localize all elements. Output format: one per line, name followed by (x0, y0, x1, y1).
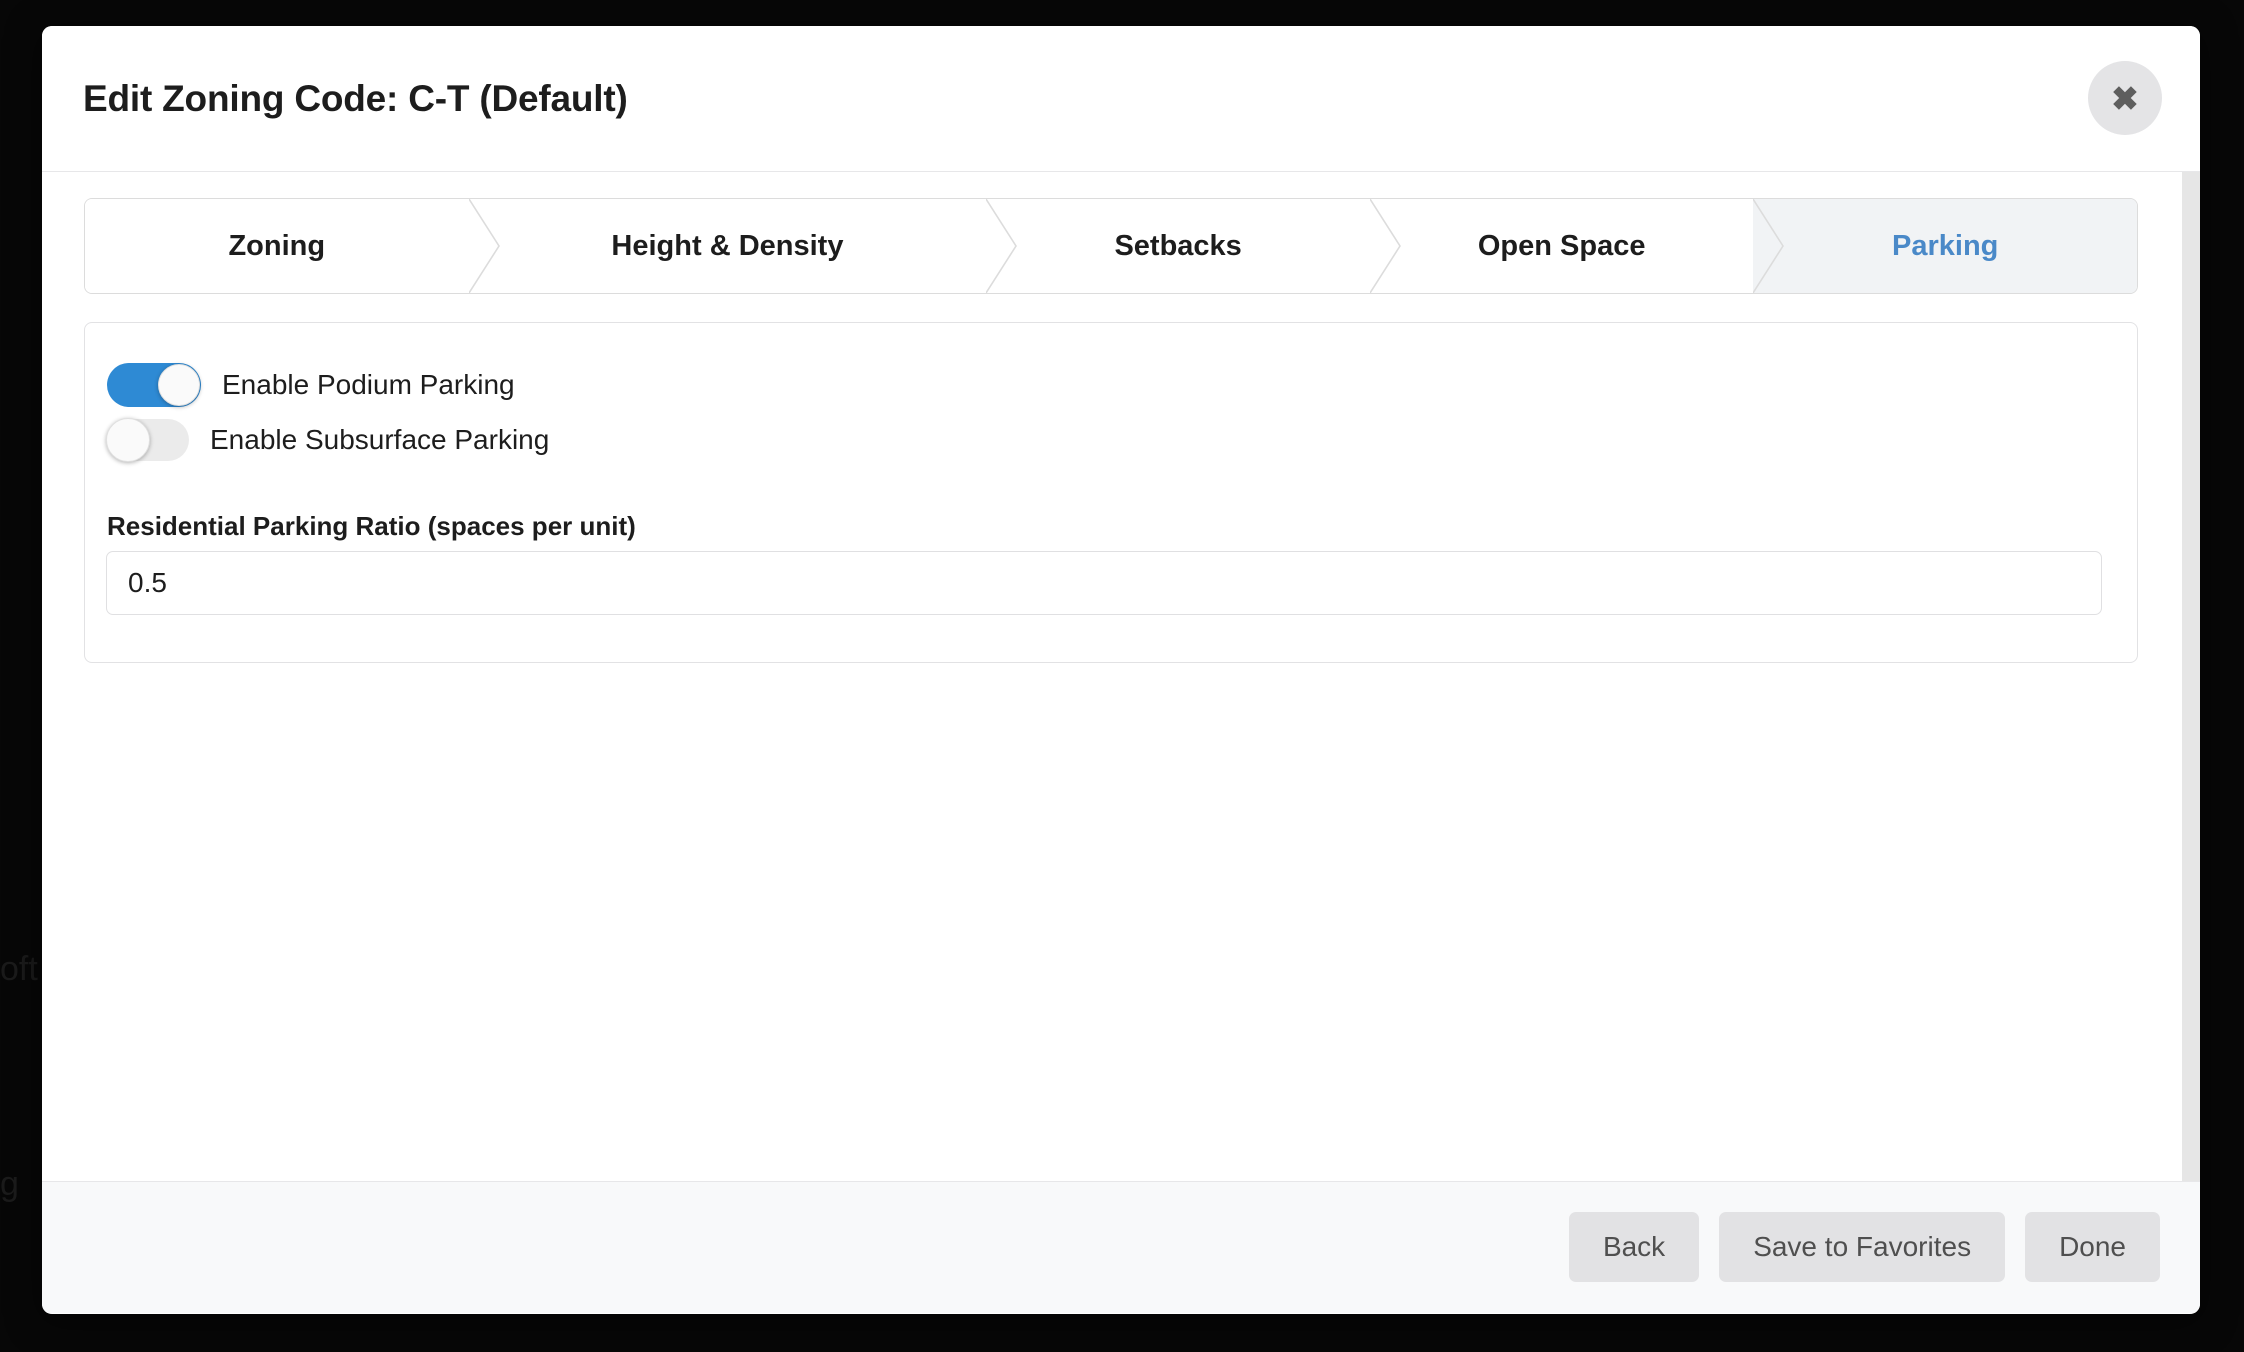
chevron-right-icon (1753, 199, 1785, 293)
parking-settings-card: Enable Podium Parking Enable Subsurface … (84, 322, 2138, 663)
modal-body: Zoning Height & Density Setbacks Open Sp… (42, 172, 2200, 1181)
modal-header: Edit Zoning Code: C-T (Default) ✖ (42, 26, 2200, 172)
chevron-right-icon (468, 199, 501, 293)
subsurface-parking-row: Enable Subsurface Parking (106, 418, 550, 462)
edit-zoning-code-modal: Edit Zoning Code: C-T (Default) ✖ Zoning… (42, 26, 2200, 1314)
toggle-enable-podium-parking[interactable] (107, 363, 201, 407)
backdrop-ghost-text: g (0, 1165, 19, 1203)
toggle-enable-subsurface-parking[interactable] (106, 418, 189, 462)
tab-open-space[interactable]: Open Space (1369, 199, 1754, 293)
tab-label: Zoning (228, 229, 326, 262)
save-to-favorites-button[interactable]: Save to Favorites (1719, 1212, 2006, 1282)
residential-parking-ratio-label: Residential Parking Ratio (spaces per un… (107, 511, 636, 541)
done-button[interactable]: Done (2025, 1212, 2160, 1282)
backdrop-ghost-text: oft (0, 950, 38, 988)
page-title: Edit Zoning Code: C-T (Default) (83, 78, 628, 119)
toggle-label: Enable Subsurface Parking (210, 424, 550, 455)
tab-label: Parking (1892, 229, 1999, 262)
scrollbar-thumb[interactable] (2183, 172, 2199, 1181)
toggle-knob (106, 418, 150, 462)
close-icon: ✖ (2111, 79, 2139, 117)
wizard-tabbar: Zoning Height & Density Setbacks Open Sp… (84, 198, 2138, 294)
tab-label: Height & Density (611, 229, 844, 262)
footer-actions: Back Save to Favorites Done (1568, 1212, 2160, 1282)
tab-zoning[interactable]: Zoning (85, 199, 469, 293)
toggle-label: Enable Podium Parking (222, 369, 515, 400)
residential-parking-ratio-input[interactable] (106, 551, 2102, 615)
chevron-right-icon (986, 199, 1018, 293)
back-button[interactable]: Back (1568, 1212, 1700, 1282)
tab-label: Setbacks (1114, 229, 1242, 262)
chevron-right-icon (1369, 199, 1402, 293)
tab-parking[interactable]: Parking (1753, 199, 2137, 293)
podium-parking-row: Enable Podium Parking (107, 363, 515, 407)
tab-label: Open Space (1477, 229, 1646, 262)
toggle-knob (158, 364, 200, 406)
close-button[interactable]: ✖ (2088, 61, 2162, 135)
tab-setbacks[interactable]: Setbacks (986, 199, 1370, 293)
modal-footer: Back Save to Favorites Done (42, 1181, 2200, 1313)
body-scrollbar[interactable] (2182, 172, 2200, 1181)
tab-height-and-density[interactable]: Height & Density (468, 199, 987, 293)
